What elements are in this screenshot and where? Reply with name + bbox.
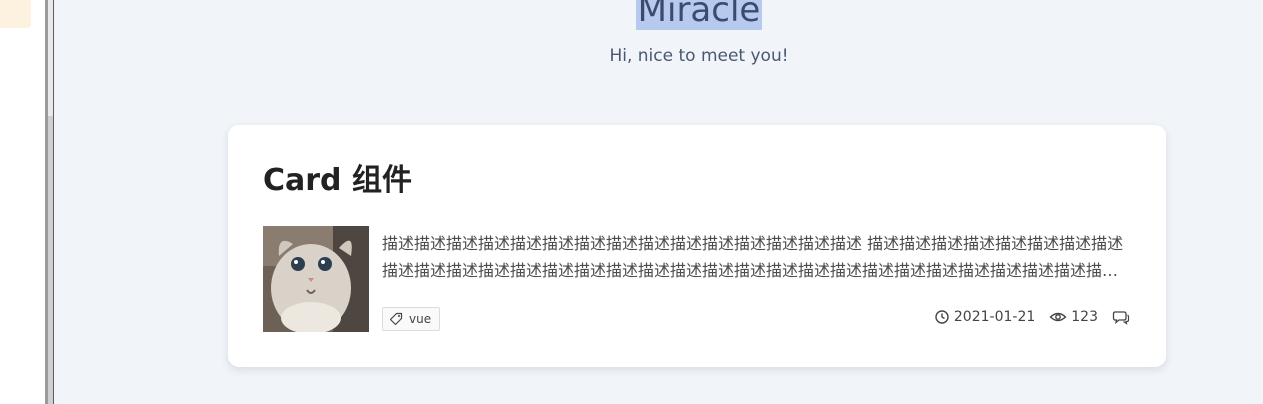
eye-icon [1049,312,1067,322]
site-title: Miracle [54,0,1263,32]
tag-vue[interactable]: vue [382,307,441,331]
active-nav-highlight[interactable] [0,0,31,28]
view-count: 123 [1071,309,1098,325]
card-thumbnail[interactable] [263,226,369,332]
card-title[interactable]: Card 组件 [263,161,412,201]
clock-icon [935,310,949,324]
article-card[interactable]: Card 组件 描述描述描述描述描述描述描述描述描述描述描述描述描述描述描述 描… [228,125,1166,367]
site-subtitle: Hi, nice to meet you! [609,46,789,66]
left-pane [0,0,45,404]
cat-image [263,226,369,332]
comment-icon[interactable] [1112,309,1130,325]
card-description: 描述描述描述描述描述描述描述描述描述描述描述描述描述描述描述 描述描述描述描述描… [382,234,1124,280]
views-meta: 123 [1049,309,1098,325]
pane-scrollbar[interactable] [45,0,54,404]
card-meta: 2021-01-21 123 [934,309,1130,325]
tag-label: vue [409,312,432,326]
main-content: Miracle Hi, nice to meet you! Card 组件 描述… [54,0,1263,404]
site-title-text: Miracle [635,0,763,30]
post-date: 2021-01-21 [953,309,1036,325]
tag-icon [389,312,403,326]
date-meta: 2021-01-21 [934,309,1035,325]
comments-meta[interactable] [1112,309,1130,325]
